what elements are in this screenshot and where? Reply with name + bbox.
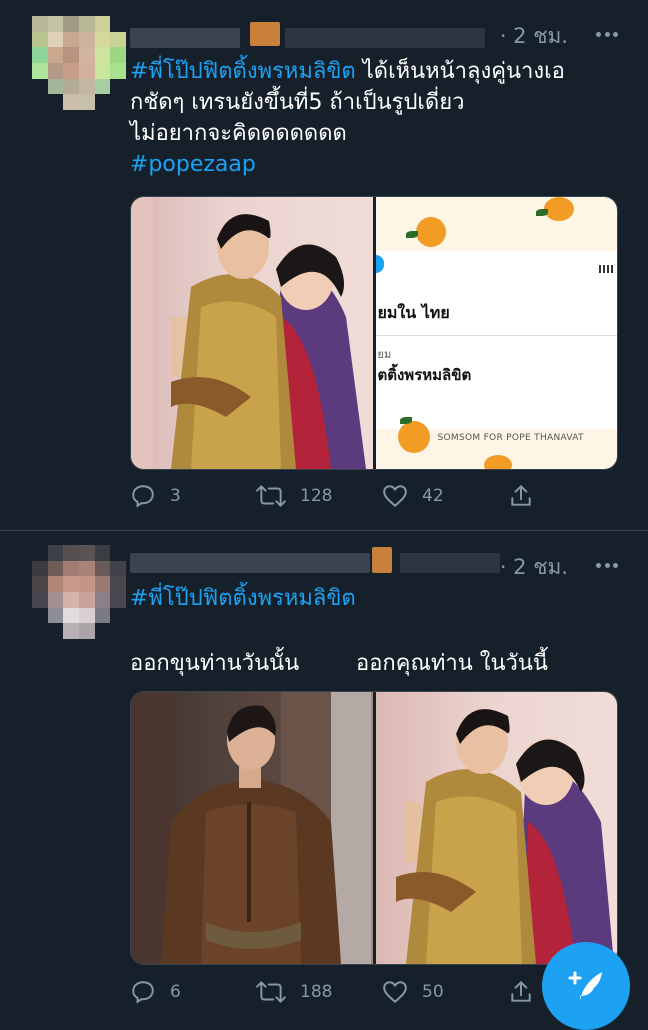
caption-left: ออกขุนท่านวันนั้น [130,651,300,676]
author-handle-redacted-2 [400,553,500,573]
tweet-text-line-3: ไม่อยากจะคิดดดดดดด [130,121,347,146]
share-icon [511,484,531,506]
tweet-media[interactable] [130,691,618,965]
caption-right: ออกคุณท่าน ในวันนี้ [356,651,548,676]
timestamp[interactable]: · 2 ชม. [500,551,568,584]
tweet-captions: ออกขุนท่านวันนั้น ออกคุณท่าน ในวันนี้ [130,648,616,679]
heart-icon [383,981,407,1004]
photo-man-brown[interactable] [131,692,373,964]
trend-location-text: ยมใน ไทย [377,303,450,322]
tweet-text: #พี่โป๊ปฟิตติ้งพรหมลิขิต [130,583,620,614]
hashtag-link[interactable]: #พี่โป๊ปฟิตติ้งพรหมลิขิต [130,59,356,84]
share-button[interactable] [508,979,534,1005]
hashtag-link[interactable]: #พี่โป๊ปฟิตติ้งพรหมลิขิต [130,583,620,614]
hashtag-link-2[interactable]: #popezaap [130,149,620,180]
trend-topic-text: ตติ้งพรหมลิขิต [377,366,472,384]
author-handle-redacted-2 [285,28,485,48]
tweet-actions: 6 188 50 [130,979,550,1009]
retweet-count: 188 [300,982,333,1002]
photo-couple[interactable] [131,197,373,469]
retweet-icon [256,981,286,1003]
avatar[interactable] [32,16,126,110]
reply-button[interactable]: 3 [130,483,181,509]
retweet-count: 128 [300,486,333,506]
like-count: 42 [422,486,444,506]
reply-count: 6 [170,982,181,1002]
like-button[interactable]: 42 [382,483,444,509]
couple-illustration [131,197,366,469]
reply-icon [132,981,154,1004]
heart-icon [383,485,407,508]
trend-screenshot-card: ยมใน ไทย ยม ตติ้งพรหมลิขิต SOMSOM FOR PO… [375,197,617,469]
more-icon[interactable] [596,562,618,568]
share-icon [511,980,531,1002]
tweet-text: #พี่โป๊ปฟิตติ้งพรหมลิขิต ได้เห็นหน้าลุงค… [130,56,620,180]
reply-icon [132,485,154,508]
author-handle-redacted[interactable] [250,22,280,46]
compose-tweet-button[interactable] [542,942,630,1030]
retweet-icon [256,485,286,507]
retweet-button[interactable]: 188 [256,979,332,1005]
avatar[interactable] [32,545,126,639]
tweet-2[interactable]: · 2 ชม. #พี่โป๊ปฟิตติ้งพรหมลิขิต ออกขุนท… [0,531,648,1024]
tweet-text-line-2: กชัดๆ เทรนยังขึ้นที่5 ถ้าเป็นรูปเดี่ยว [130,90,465,115]
tweet-media[interactable]: ยมใน ไทย ยม ตติ้งพรหมลิขิต SOMSOM FOR PO… [130,196,618,470]
tweet-actions: 3 128 42 [130,483,550,513]
reply-button[interactable]: 6 [130,979,181,1005]
trend-footer-text: SOMSOM FOR POPE THANAVAT [437,433,584,443]
author-handle-redacted[interactable] [372,547,392,573]
trend-category-text: ยม [377,348,392,361]
timestamp[interactable]: · 2 ชม. [500,20,568,53]
like-count: 50 [422,982,444,1002]
man-illustration [131,692,371,964]
compose-tweet-icon [568,971,602,1000]
like-button[interactable]: 50 [382,979,444,1005]
tweet-1[interactable]: · 2 ชม. #พี่โป๊ปฟิตติ้งพรหมลิขิต ได้เห็น… [0,0,648,530]
reply-count: 3 [170,486,181,506]
couple-illustration [395,709,614,964]
more-icon[interactable] [596,31,618,37]
author-name-redacted[interactable] [130,553,370,573]
author-name-redacted[interactable] [130,28,240,48]
retweet-button[interactable]: 128 [256,483,332,509]
share-button[interactable] [508,483,534,509]
screenshot-trend[interactable]: ยมใน ไทย ยม ตติ้งพรหมลิขิต SOMSOM FOR PO… [375,197,617,469]
photo-couple-2[interactable] [375,692,617,964]
tweet-text-line-1: ได้เห็นหน้าลุงคู่นางเอ [355,59,565,84]
